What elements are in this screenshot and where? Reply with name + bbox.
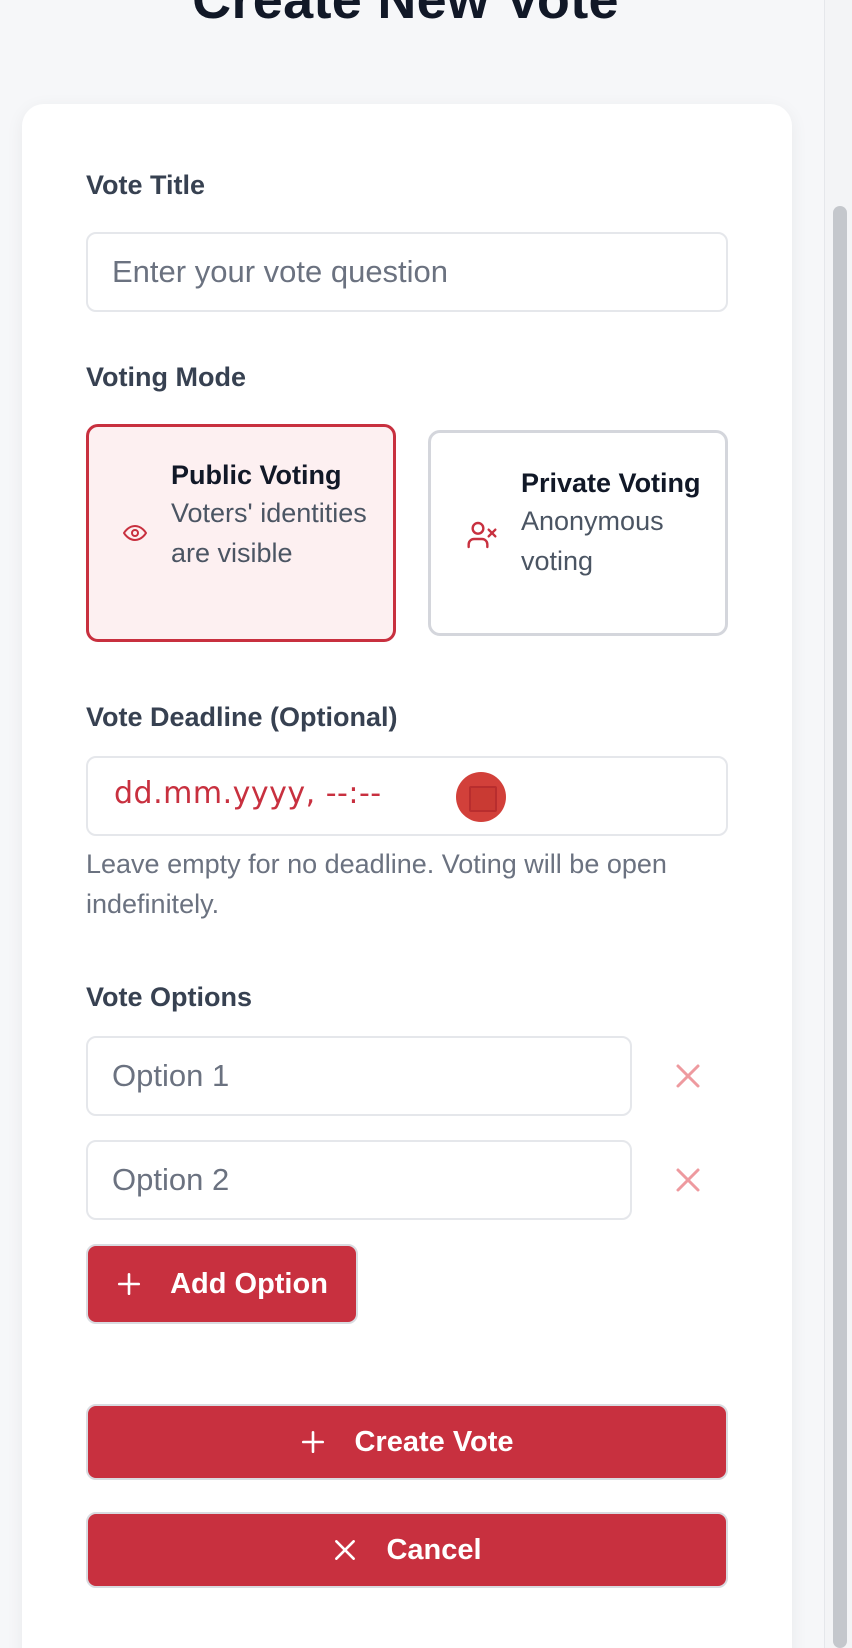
calendar-icon[interactable]	[456, 772, 506, 822]
private-voting-title: Private Voting	[521, 468, 701, 498]
deadline-label: Vote Deadline (Optional)	[86, 702, 398, 732]
eye-icon	[123, 525, 147, 541]
create-vote-button[interactable]: Create Vote	[86, 1404, 728, 1480]
remove-option-2-icon[interactable]	[666, 1158, 710, 1202]
public-voting-option[interactable]: Public Voting Voters' identities are vis…	[86, 424, 396, 642]
add-option-label: Add Option	[170, 1267, 328, 1300]
public-voting-title: Public Voting	[171, 460, 342, 490]
create-vote-label: Create Vote	[354, 1425, 514, 1458]
option-input-2[interactable]	[86, 1140, 632, 1220]
private-voting-option[interactable]: Private Voting Anonymous voting	[428, 430, 728, 636]
page-title: Create New Vote	[192, 0, 619, 30]
page: Create New Vote Vote Title Voting Mode P…	[0, 0, 852, 1648]
public-voting-description: Voters' identities are visible	[171, 498, 367, 568]
deadline-help-text: Leave empty for no deadline. Voting will…	[86, 849, 667, 919]
cancel-label: Cancel	[386, 1533, 482, 1566]
voting-mode-label: Voting Mode	[86, 362, 246, 392]
vote-options-label: Vote Options	[86, 982, 252, 1012]
public-voting-text: Public Voting Voters' identities are vis…	[171, 461, 381, 573]
plus-icon	[118, 1272, 141, 1296]
add-option-button[interactable]: Add Option	[86, 1244, 358, 1324]
deadline-value: dd.mm.yyyy, --:--	[114, 776, 382, 811]
vote-title-input[interactable]	[86, 232, 728, 312]
cancel-button[interactable]: Cancel	[86, 1512, 728, 1588]
vote-title-label: Vote Title	[86, 170, 206, 200]
close-icon	[335, 1540, 356, 1560]
remove-option-1-icon[interactable]	[666, 1054, 710, 1098]
plus-icon	[302, 1430, 325, 1454]
option-input-1[interactable]	[86, 1036, 632, 1116]
user-x-icon	[467, 521, 497, 549]
private-voting-description: Anonymous voting	[521, 506, 664, 576]
scrollbar-thumb[interactable]	[833, 206, 847, 1648]
private-voting-text: Private Voting Anonymous voting	[521, 469, 711, 581]
